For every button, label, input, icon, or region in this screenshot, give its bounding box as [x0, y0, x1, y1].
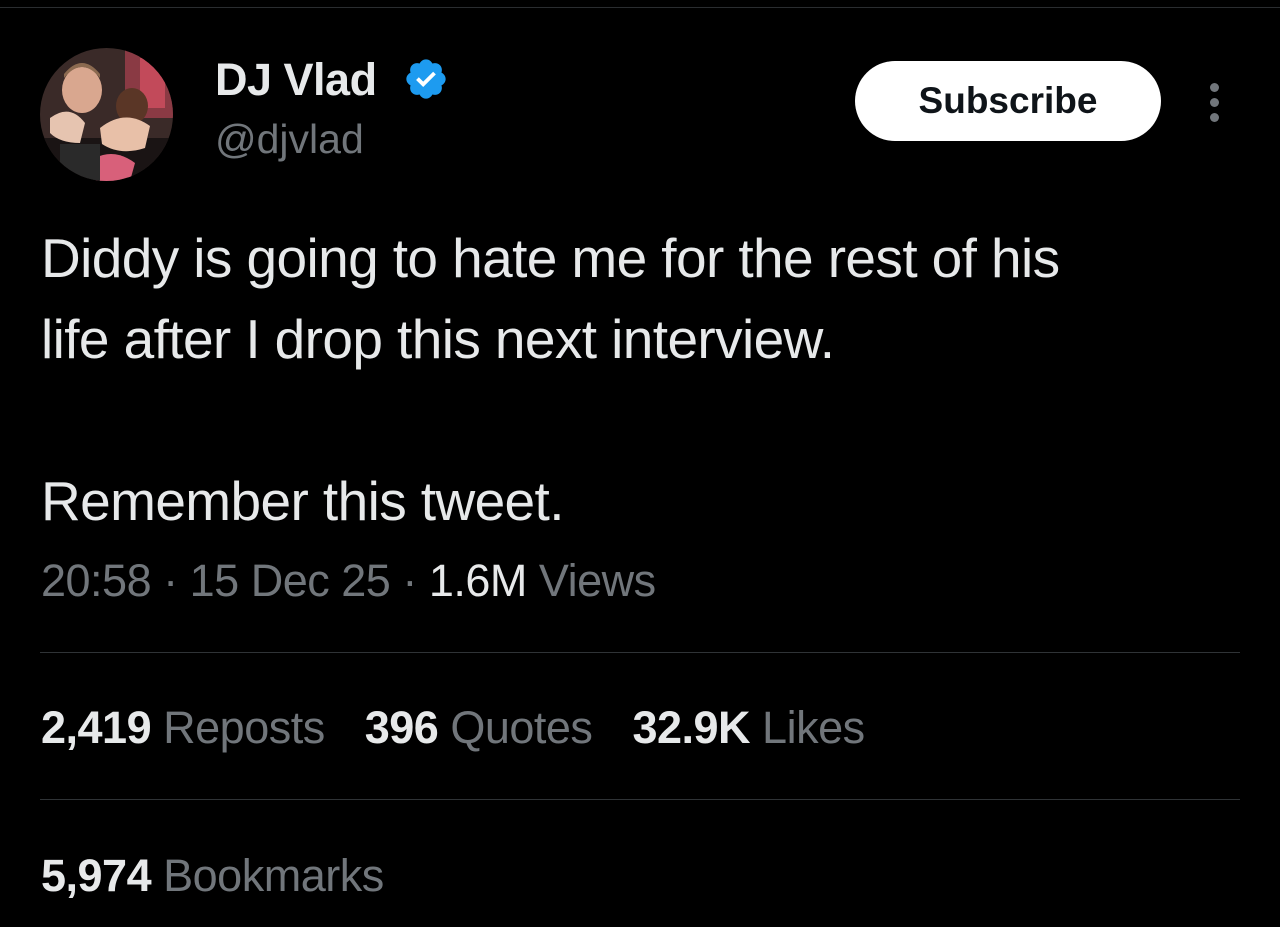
divider: [40, 652, 1240, 653]
bookmarks-stat[interactable]: 5,974 Bookmarks: [41, 850, 384, 901]
reposts-label: Reposts: [163, 702, 325, 753]
quotes-stat[interactable]: 396 Quotes: [365, 702, 593, 753]
likes-stat[interactable]: 32.9K Likes: [632, 702, 865, 753]
meta-separator: ·: [163, 555, 178, 606]
views-label: Views: [538, 555, 656, 606]
subscribe-button[interactable]: Subscribe: [855, 61, 1161, 141]
verified-badge-icon: [406, 59, 446, 99]
likes-label: Likes: [762, 702, 865, 753]
quotes-count: 396: [364, 702, 439, 753]
meta-separator: ·: [402, 555, 417, 606]
more-dot: [1209, 82, 1219, 92]
tweet-meta: 20:58 · 15 Dec 25 · 1.6M Views: [41, 552, 656, 610]
engagement-stats: 2,419 Reposts 396 Quotes 32.9K Likes: [41, 698, 905, 758]
views-count: 1.6M: [428, 555, 528, 606]
bookmarks-count: 5,974: [41, 850, 152, 901]
reposts-stat[interactable]: 2,419 Reposts: [41, 702, 325, 753]
more-dot: [1209, 97, 1219, 107]
author-display-name[interactable]: DJ Vlad: [215, 53, 377, 107]
tweet-text: Diddy is going to hate me for the rest o…: [41, 218, 1241, 542]
bookmarks-stats: 5,974 Bookmarks: [41, 846, 424, 906]
divider: [40, 799, 1240, 800]
tweet-line-1: Diddy is going to hate me for the rest o…: [41, 227, 1060, 289]
tweet-date[interactable]: 15 Dec 25: [190, 555, 391, 606]
more-vertical-icon[interactable]: [1194, 74, 1234, 130]
author-handle[interactable]: @djvlad: [215, 112, 364, 166]
avatar-photo: [40, 48, 173, 181]
quotes-label: Quotes: [450, 702, 593, 753]
tweet-time[interactable]: 20:58: [41, 555, 152, 606]
likes-count: 32.9K: [632, 702, 751, 753]
tweet-paragraph-2: Remember this tweet.: [41, 470, 565, 532]
avatar[interactable]: [40, 48, 173, 181]
bookmarks-label: Bookmarks: [163, 850, 384, 901]
tweet-line-2: life after I drop this next interview.: [41, 308, 835, 370]
more-dot: [1209, 112, 1219, 122]
reposts-count: 2,419: [41, 702, 152, 753]
top-divider: [0, 7, 1280, 8]
